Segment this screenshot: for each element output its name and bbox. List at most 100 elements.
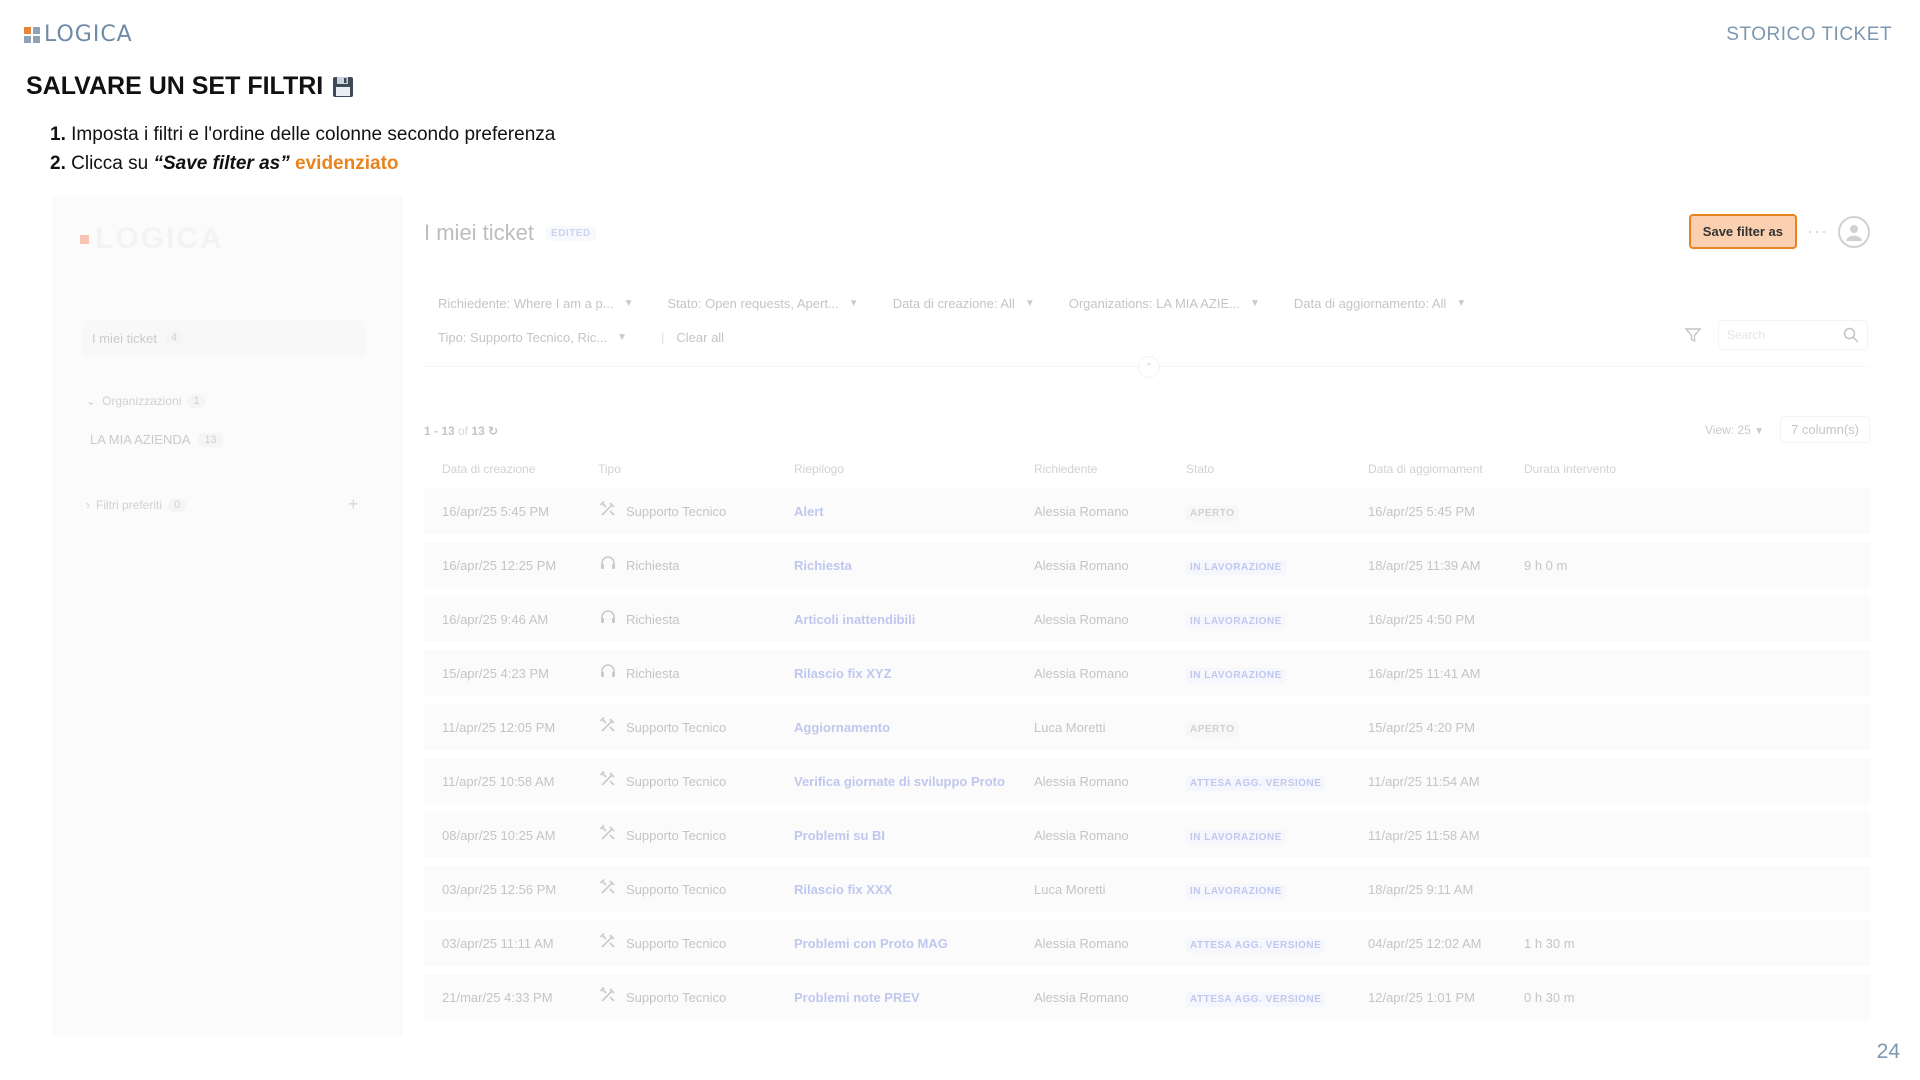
clear-all-link[interactable]: Clear all (676, 330, 724, 345)
filter-5[interactable]: Data di aggiornamento: All ▼ (1294, 296, 1466, 311)
column-header[interactable]: Richiedente (1034, 462, 1186, 476)
logo-mark-icon (24, 26, 40, 43)
tools-icon (598, 770, 618, 793)
table-row[interactable]: 08/apr/25 10:25 AM Supporto Tecnico Proble… (424, 812, 1870, 862)
cell-summary-link[interactable]: Alert (794, 504, 1034, 519)
sidebar-group-favorite-filters[interactable]: › Filtri preferiti 0 (86, 498, 187, 512)
step-1: 1. Imposta i filtri e l'ordine delle col… (50, 124, 556, 145)
view-per-page-select[interactable]: View: 25 ▼ (1705, 423, 1764, 437)
table-row[interactable]: 16/apr/25 9:46 AM Richiesta Articoli inatt… (424, 596, 1870, 646)
filter-row-1: Richiedente: Where I am a p... ▼ Stato: Op… (438, 286, 1868, 320)
sidebar: LOGICA I miei ticket 4 ⌄ Organizzazioni … (52, 196, 402, 1036)
cell-status: ATTESA AGG. VERSIONE (1186, 990, 1368, 1007)
count-badge: 4 (165, 331, 184, 345)
cell-created: 16/apr/25 12:25 PM (442, 557, 557, 573)
tools-icon (598, 824, 618, 847)
column-header[interactable]: Tipo (598, 462, 794, 476)
table-row[interactable]: 03/apr/25 12:56 PM Supporto Tecnico Rilasc… (424, 866, 1870, 916)
collapse-filters-button[interactable]: ⌃ (1138, 356, 1160, 378)
chevron-down-icon: ⌄ (86, 394, 97, 408)
cell-updated: 16/apr/25 4:50 PM (1368, 611, 1475, 627)
table-row[interactable]: 16/apr/25 12:25 PM Richiesta Richiesta Ales… (424, 542, 1870, 592)
columns-button[interactable]: 7 column(s) (1780, 416, 1870, 443)
filter-3[interactable]: Data di creazione: All ▼ (893, 296, 1035, 311)
search-icon (1843, 327, 1859, 343)
view-controls: View: 25 ▼ 7 column(s) (1705, 416, 1870, 443)
cell-status: APERTO (1186, 720, 1368, 737)
cell-summary-link[interactable]: Richiesta (794, 558, 1034, 573)
cell-created: 03/apr/25 12:56 PM (442, 881, 557, 897)
status-badge: IN LAVORAZIONE (1186, 829, 1286, 845)
add-filter-plus-icon[interactable]: + (348, 494, 359, 515)
cell-updated: 04/apr/25 12:02 AM (1368, 935, 1482, 951)
cell-type: Supporto Tecnico (598, 986, 794, 1009)
table-row[interactable]: 11/apr/25 10:58 AM Supporto Tecnico Verifi… (424, 758, 1870, 808)
sidebar-group-organizations[interactable]: ⌄ Organizzazioni 1 (86, 394, 206, 408)
chevron-down-icon: ▼ (1024, 297, 1035, 309)
filter-2[interactable]: Stato: Open requests, Apert... ▼ (668, 296, 859, 311)
cell-type: Supporto Tecnico (598, 824, 794, 847)
cell-requester: Alessia Romano (1034, 611, 1129, 627)
user-icon (1846, 224, 1862, 241)
table-header: Data di creazione Tipo Riepilogo Richiedent… (424, 454, 1870, 484)
cell-type: Richiesta (598, 662, 794, 685)
table-body: 16/apr/25 5:45 PM Supporto Tecnico Alert Al… (424, 488, 1870, 1024)
table-row[interactable]: 16/apr/25 5:45 PM Supporto Tecnico Alert Al… (424, 488, 1870, 538)
sidebar-item-my-tickets[interactable]: I miei ticket 4 (82, 320, 366, 356)
chevron-down-icon: ▼ (848, 297, 859, 309)
cell-status: IN LAVORAZIONE (1186, 666, 1368, 683)
refresh-icon[interactable]: ↻ (488, 424, 498, 438)
sidebar-item-organization[interactable]: LA MIA AZIENDA 13 (90, 432, 223, 447)
chevron-right-icon: › (86, 498, 90, 512)
cell-summary-link[interactable]: Verifica giornate di sviluppo Proto (794, 774, 1034, 789)
column-header[interactable]: Data di aggiornament (1368, 462, 1524, 476)
cell-summary-link[interactable]: Problemi su BI (794, 828, 1034, 843)
status-badge: IN LAVORAZIONE (1186, 883, 1286, 899)
cell-summary-link[interactable]: Problemi con Proto MAG (794, 936, 1034, 951)
filter-4[interactable]: Organizations: LA MIA AZIE... ▼ (1069, 296, 1260, 311)
tools-icon (598, 932, 618, 955)
cell-requester: Alessia Romano (1034, 773, 1129, 789)
more-options-icon[interactable]: ··· (1807, 221, 1828, 242)
cell-type: Richiesta (598, 554, 794, 577)
table-row[interactable]: 03/apr/25 11:11 AM Supporto Tecnico Proble… (424, 920, 1870, 970)
column-header[interactable]: Riepilogo (794, 462, 1034, 476)
logo-dot-icon (80, 234, 89, 244)
table-row[interactable]: 15/apr/25 4:23 PM Richiesta Rilascio fix X… (424, 650, 1870, 700)
floppy-disk-icon (333, 76, 354, 97)
search-input[interactable]: Search (1718, 320, 1868, 350)
cell-status: IN LAVORAZIONE (1186, 828, 1368, 845)
cell-summary-link[interactable]: Rilascio fix XXX (794, 882, 1034, 897)
cell-updated: 16/apr/25 5:45 PM (1368, 503, 1475, 519)
table-row[interactable]: 21/mar/25 4:33 PM Supporto Tecnico Problem… (424, 974, 1870, 1024)
tools-icon (598, 878, 618, 901)
column-header[interactable]: Data di creazione (442, 462, 598, 476)
filter-tipo[interactable]: Tipo: Supporto Tecnico, Ric... ▼ (438, 330, 627, 345)
avatar[interactable] (1838, 215, 1870, 248)
cell-requester: Alessia Romano (1034, 503, 1129, 519)
filter-bar: Richiedente: Where I am a p... ▼ Stato: Op… (438, 286, 1868, 354)
cell-created: 16/apr/25 9:46 AM (442, 611, 549, 627)
cell-summary-link[interactable]: Aggiornamento (794, 720, 1034, 735)
cell-type: Richiesta (598, 608, 794, 631)
cell-summary-link[interactable]: Problemi note PREV (794, 990, 1034, 1005)
cell-type: Supporto Tecnico (598, 878, 794, 901)
page-title: I miei ticket EDITED (424, 220, 596, 246)
save-filter-as-button[interactable]: Save filter as (1688, 214, 1798, 249)
slide-title-text: SALVARE UN SET FILTRI (26, 72, 324, 100)
table-row[interactable]: 11/apr/25 12:05 PM Supporto Tecnico Aggior… (424, 704, 1870, 754)
filter-1[interactable]: Richiedente: Where I am a p... ▼ (438, 296, 634, 311)
slide-title: SALVARE UN SET FILTRI (26, 72, 355, 101)
filter-funnel-icon[interactable] (1684, 326, 1702, 344)
cell-status: IN LAVORAZIONE (1186, 612, 1368, 629)
chevron-down-icon: ▼ (617, 331, 627, 343)
cell-summary-link[interactable]: Articoli inattendibili (794, 612, 1034, 627)
cell-created: 16/apr/25 5:45 PM (442, 503, 549, 519)
cell-updated: 18/apr/25 11:39 AM (1368, 557, 1481, 573)
cell-created: 08/apr/25 10:25 AM (442, 827, 556, 843)
column-header[interactable]: Stato (1186, 462, 1368, 476)
column-header[interactable]: Durata intervento (1524, 462, 1674, 476)
cell-summary-link[interactable]: Rilascio fix XYZ (794, 666, 1034, 681)
instruction-steps: 1. Imposta i filtri e l'ordine delle col… (50, 120, 555, 178)
cell-requester: Alessia Romano (1034, 665, 1129, 681)
